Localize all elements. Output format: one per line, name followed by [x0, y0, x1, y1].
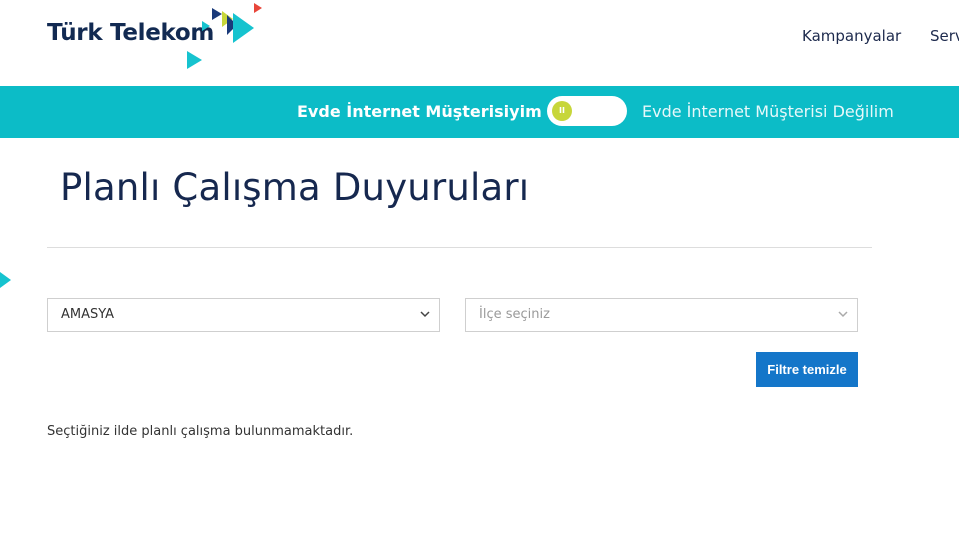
no-results-message: Seçtiğiniz ilde planlı çalışma bulunmama… — [47, 424, 354, 439]
segment-customer-label[interactable]: Evde İnternet Müşterisiyim — [297, 102, 542, 121]
site-header: Türk Telekom Kampanyalar Serv — [0, 0, 959, 86]
main-nav: Kampanyalar Serv — [802, 27, 959, 45]
city-select-value: AMASYA — [61, 307, 115, 322]
chevron-down-icon — [838, 311, 848, 318]
district-select[interactable]: İlçe seçiniz — [465, 298, 858, 332]
segment-toggle[interactable]: II — [547, 96, 627, 126]
title-divider — [47, 247, 872, 248]
clear-filter-button[interactable]: Filtre temizle — [756, 352, 858, 387]
page-title: Planlı Çalışma Duyuruları — [60, 166, 530, 209]
side-arrow-icon[interactable] — [0, 272, 12, 288]
toggle-knob-icon: II — [552, 101, 572, 121]
nav-servisler[interactable]: Serv — [930, 27, 959, 45]
district-select-placeholder: İlçe seçiniz — [479, 307, 550, 322]
turk-telekom-logo[interactable]: Türk Telekom — [47, 3, 267, 73]
city-select[interactable]: AMASYA — [47, 298, 440, 332]
logo-triangles-icon — [187, 3, 262, 69]
segment-non-customer-label[interactable]: Evde İnternet Müşterisi Değilim — [642, 102, 894, 121]
nav-kampanyalar[interactable]: Kampanyalar — [802, 27, 901, 45]
customer-segment-bar: Evde İnternet Müşterisiyim II Evde İnter… — [0, 86, 959, 138]
chevron-down-icon — [420, 311, 430, 318]
